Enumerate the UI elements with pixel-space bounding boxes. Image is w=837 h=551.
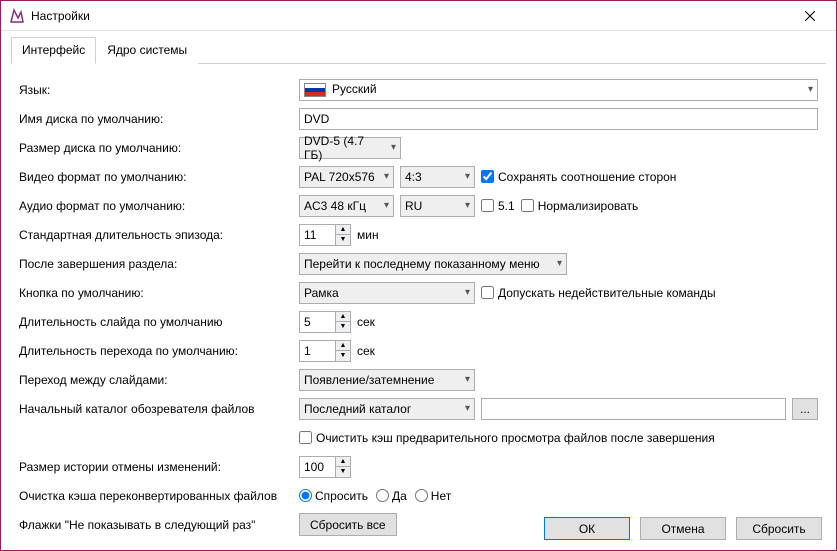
tab-interface[interactable]: Интерфейс (11, 37, 96, 64)
transition-duration-stepper[interactable]: ▲▼ (299, 340, 351, 362)
cancel-button[interactable]: Отмена (640, 517, 726, 540)
window-title: Настройки (31, 9, 790, 23)
spin-up-icon[interactable]: ▲ (336, 225, 350, 235)
content-area: Интерфейс Ядро системы Язык: Русский ▾ И… (1, 31, 836, 550)
keep-aspect-checkbox[interactable]: Сохранять соотношение сторон (481, 170, 676, 184)
slide-transition-select[interactable]: Появление/затемнение▾ (299, 369, 475, 391)
spin-up-icon[interactable]: ▲ (336, 457, 350, 467)
clear-cache-ask-radio[interactable]: Спросить (299, 489, 368, 503)
settings-window: Настройки Интерфейс Ядро системы Язык: Р… (0, 0, 837, 551)
normalize-checkbox[interactable]: Нормализировать (521, 199, 639, 213)
audio-format-select[interactable]: AC3 48 кГц▾ (299, 195, 394, 217)
clear-cache-yes-radio[interactable]: Да (376, 489, 407, 503)
after-title-select[interactable]: Перейти к последнему показанному меню▾ (299, 253, 567, 275)
titlebar: Настройки (1, 1, 836, 31)
chevron-down-icon: ▾ (378, 171, 389, 182)
default-button-select[interactable]: Рамка▾ (299, 282, 475, 304)
clear-cache-radio-group: Спросить Да Нет (299, 489, 818, 503)
language-label: Язык: (19, 83, 299, 97)
aspect-select[interactable]: 4:3▾ (400, 166, 475, 188)
chevron-down-icon: ▾ (459, 287, 470, 298)
undo-history-label: Размер истории отмены изменений: (19, 460, 299, 474)
video-format-select[interactable]: PAL 720x576▾ (299, 166, 394, 188)
default-button-label: Кнопка по умолчанию: (19, 286, 299, 300)
initial-dir-label: Начальный каталог обозревателя файлов (19, 402, 299, 416)
reset-button[interactable]: Сбросить (736, 517, 822, 540)
spin-down-icon[interactable]: ▼ (336, 467, 350, 477)
flag-ru-icon (304, 83, 326, 97)
transition-duration-label: Длительность перехода по умолчанию: (19, 344, 299, 358)
chevron-down-icon: ▾ (378, 200, 389, 211)
spin-up-icon[interactable]: ▲ (336, 341, 350, 351)
reset-all-button[interactable]: Сбросить все (299, 513, 397, 536)
spin-down-icon[interactable]: ▼ (336, 351, 350, 361)
slide-transition-label: Переход между слайдами: (19, 373, 299, 387)
tab-bar: Интерфейс Ядро системы (11, 37, 826, 64)
spin-up-icon[interactable]: ▲ (336, 312, 350, 322)
clear-cache-no-radio[interactable]: Нет (415, 489, 451, 503)
chevron-down-icon: ▾ (385, 142, 396, 153)
audio-51-checkbox[interactable]: 5.1 (481, 199, 515, 213)
spin-down-icon[interactable]: ▼ (336, 235, 350, 245)
dialog-footer: ОК Отмена Сбросить (544, 517, 822, 540)
slide-duration-stepper[interactable]: ▲▼ (299, 311, 351, 333)
close-button[interactable] (790, 2, 830, 30)
browse-button[interactable]: ... (792, 398, 818, 420)
language-value: Русский (332, 82, 377, 96)
undo-history-stepper[interactable]: ▲▼ (299, 456, 351, 478)
app-icon (9, 8, 25, 24)
spin-down-icon[interactable]: ▼ (336, 322, 350, 332)
slide-duration-label: Длительность слайда по умолчанию (19, 315, 299, 329)
after-title-label: После завершения раздела: (19, 257, 299, 271)
seconds-unit: сек (357, 344, 375, 358)
tab-core[interactable]: Ядро системы (96, 37, 198, 64)
chevron-down-icon: ▾ (459, 200, 470, 211)
episode-length-label: Стандартная длительность эпизода: (19, 228, 299, 242)
clear-cache-label: Очистка кэша переконвертированных файлов (19, 489, 299, 503)
audio-format-label: Аудио формат по умолчанию: (19, 199, 299, 213)
tab-panel-interface: Язык: Русский ▾ Имя диска по умолчанию: … (11, 64, 826, 550)
episode-length-stepper[interactable]: ▲▼ (299, 224, 351, 246)
audio-lang-select[interactable]: RU▾ (400, 195, 475, 217)
seconds-unit: сек (357, 315, 375, 329)
language-select[interactable]: Русский ▾ (299, 79, 818, 101)
chevron-down-icon: ▾ (802, 84, 813, 95)
chevron-down-icon: ▾ (551, 258, 562, 269)
initial-dir-select[interactable]: Последний каталог▾ (299, 398, 475, 420)
disc-name-input[interactable] (299, 108, 818, 130)
disc-size-label: Размер диска по умолчанию: (19, 141, 299, 155)
video-format-label: Видео формат по умолчанию: (19, 170, 299, 184)
minutes-unit: мин (357, 228, 379, 242)
disc-size-select[interactable]: DVD-5 (4.7 ГБ)▾ (299, 137, 401, 159)
close-icon (805, 11, 815, 21)
disc-name-label: Имя диска по умолчанию: (19, 112, 299, 126)
ellipsis-icon: ... (800, 402, 810, 416)
allow-invalid-checkbox[interactable]: Допускать недействительные команды (481, 286, 716, 300)
chevron-down-icon: ▾ (459, 403, 470, 414)
clear-thumbnail-cache-checkbox[interactable]: Очистить кэш предварительного просмотра … (299, 431, 715, 445)
chevron-down-icon: ▾ (459, 374, 470, 385)
initial-dir-path-input[interactable] (481, 398, 786, 420)
dont-show-label: Флажки "Не показывать в следующий раз" (19, 518, 299, 532)
chevron-down-icon: ▾ (459, 171, 470, 182)
ok-button[interactable]: ОК (544, 517, 630, 540)
